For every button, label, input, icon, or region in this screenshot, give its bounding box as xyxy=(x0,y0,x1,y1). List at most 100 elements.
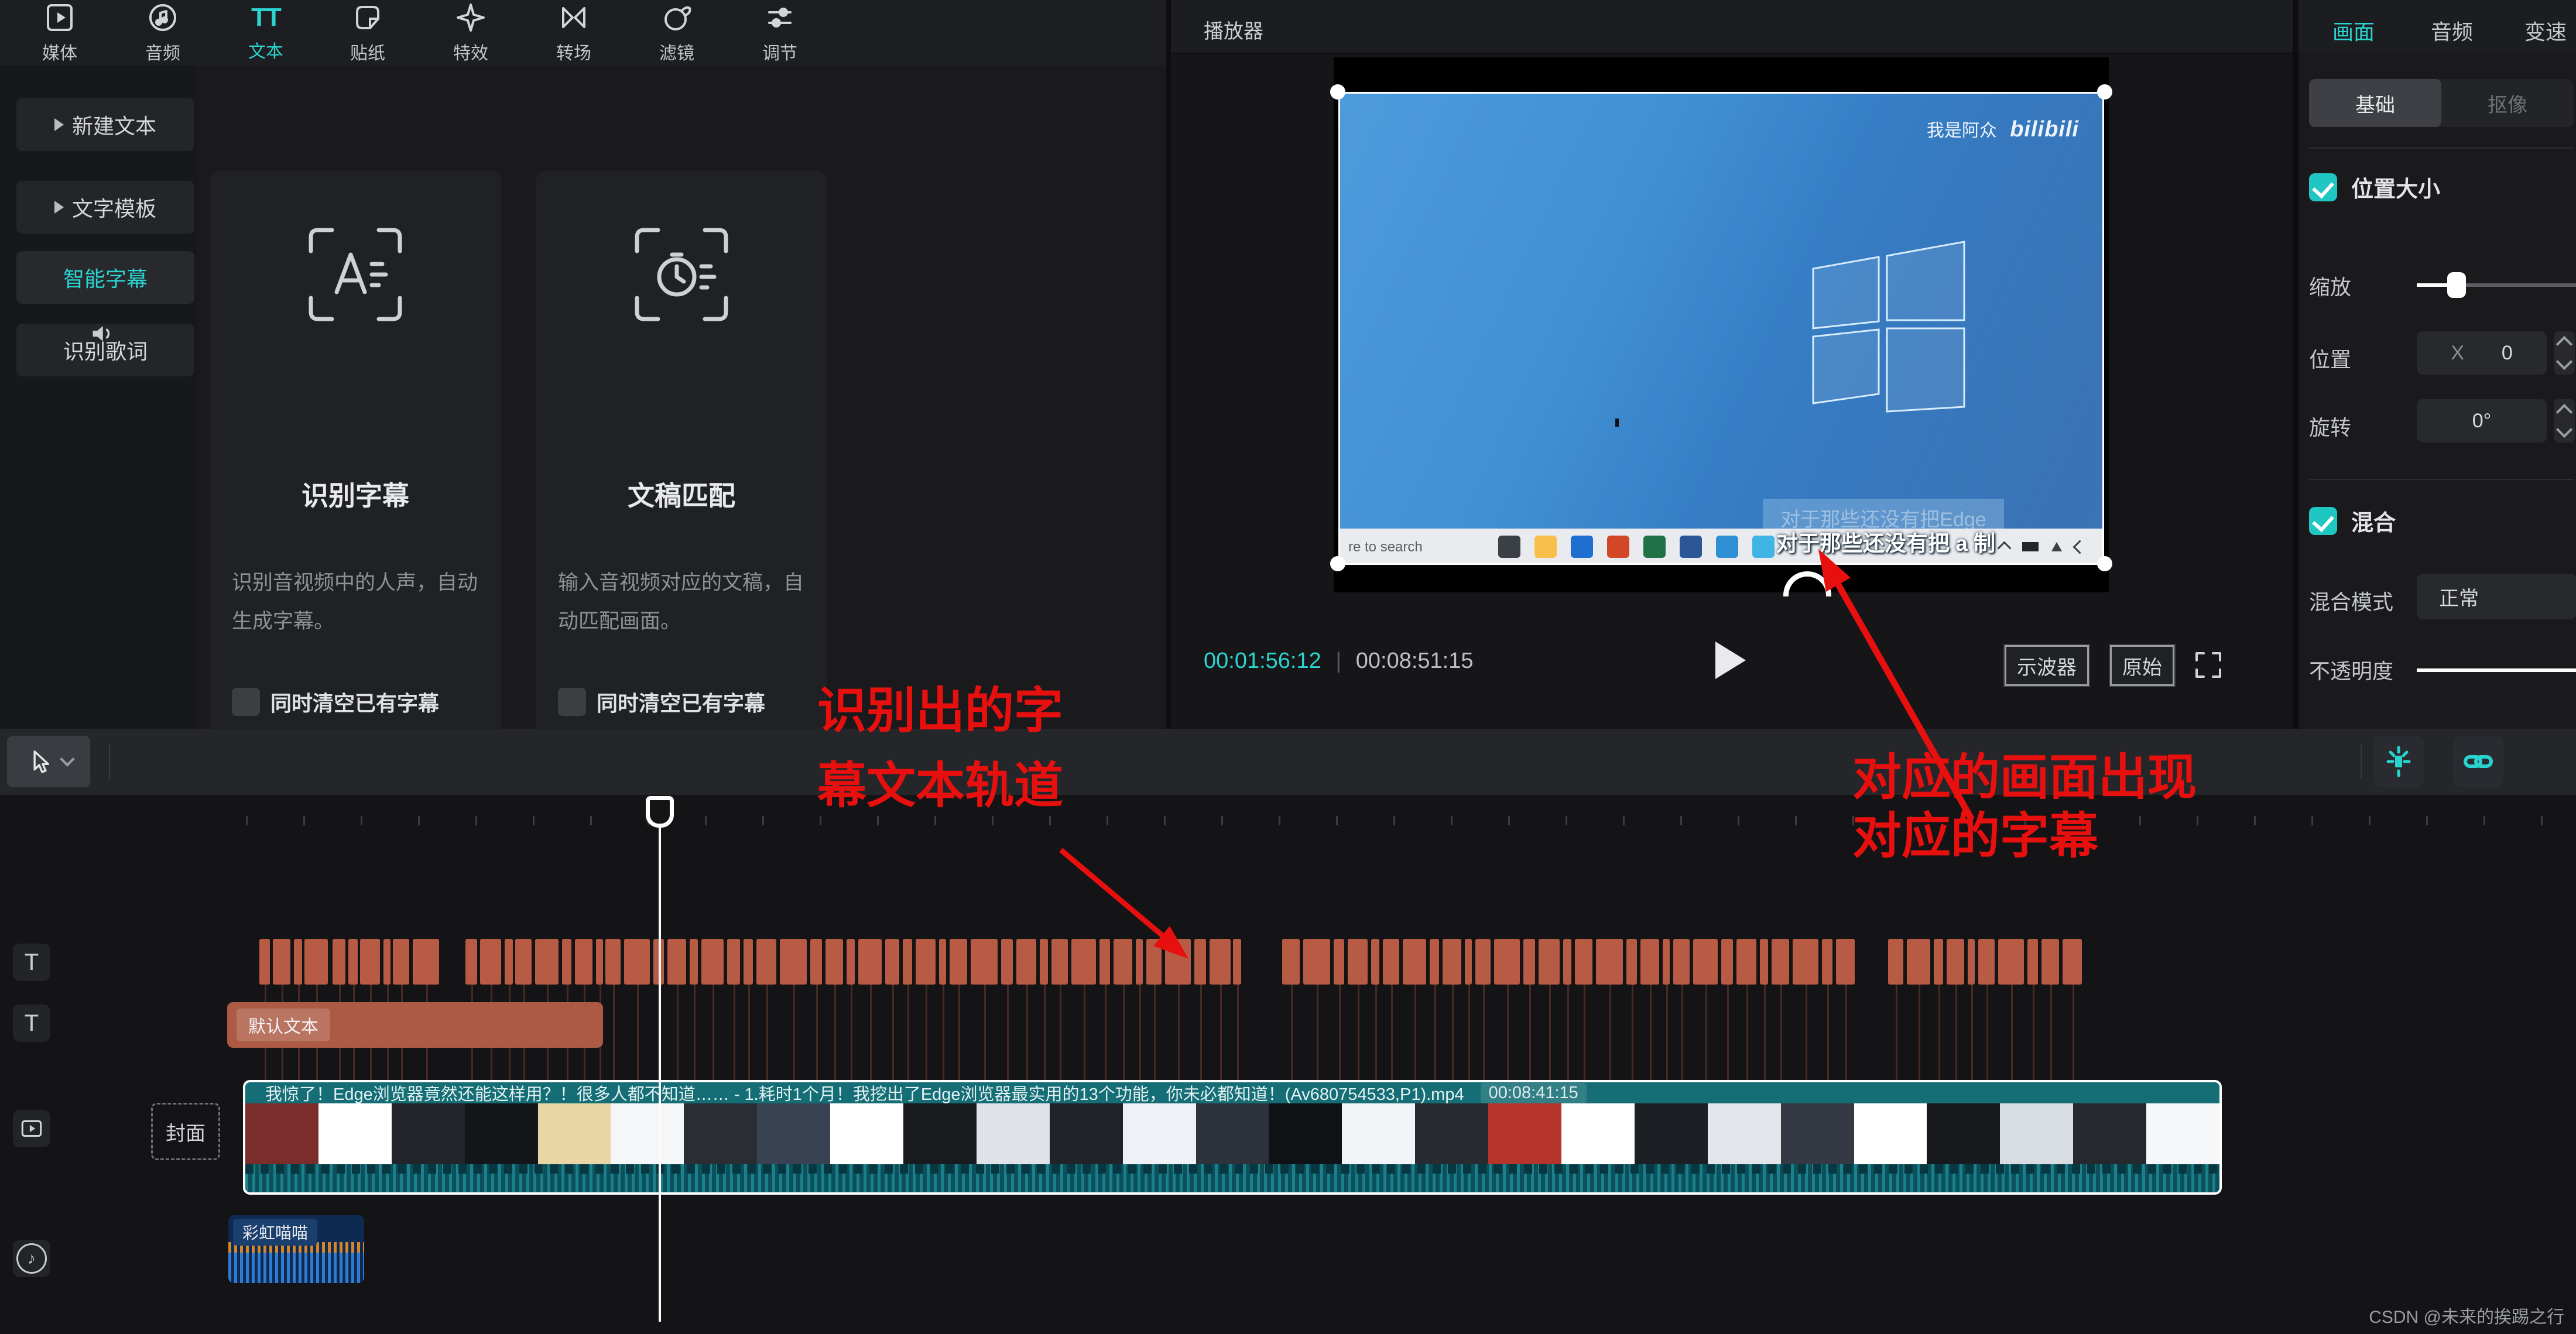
subtitle-segment[interactable] xyxy=(596,939,603,985)
subtitle-segment[interactable] xyxy=(333,939,345,985)
subtitle-segment[interactable] xyxy=(1523,939,1535,985)
subtitle-segment[interactable] xyxy=(756,939,776,985)
subtitle-segment[interactable] xyxy=(505,939,513,985)
subtitle-segment[interactable] xyxy=(273,939,290,985)
subtitle-segment[interactable] xyxy=(1663,939,1670,985)
subtitle-segment[interactable] xyxy=(727,939,740,985)
mute-track-icon[interactable] xyxy=(83,315,121,352)
subtitle-segment[interactable] xyxy=(1494,939,1520,985)
subtitle-segment[interactable] xyxy=(950,939,967,985)
subtitle-segment[interactable] xyxy=(1968,939,1975,985)
subtitle-segment[interactable] xyxy=(304,939,328,985)
subtitle-segment[interactable] xyxy=(383,939,390,985)
subtitle-segment[interactable] xyxy=(1978,939,1995,985)
text-track-icon[interactable]: T xyxy=(13,944,50,981)
subtitle-segment[interactable] xyxy=(562,939,571,985)
subtitle-segment[interactable] xyxy=(624,939,650,985)
subtitle-segment[interactable] xyxy=(575,939,592,985)
subtitle-segment[interactable] xyxy=(1475,939,1491,985)
subtitle-segment[interactable] xyxy=(605,939,621,985)
subtitle-segment[interactable] xyxy=(393,939,409,985)
subtitle-segment[interactable] xyxy=(480,939,501,985)
subtitle-segment[interactable] xyxy=(259,939,270,985)
subtitle-segment[interactable] xyxy=(1575,939,1592,985)
subtitle-segment[interactable] xyxy=(1348,939,1368,985)
subtitle-segment[interactable] xyxy=(1626,939,1637,985)
subtitle-segment[interactable] xyxy=(1334,939,1344,985)
subtitle-segment[interactable] xyxy=(1998,939,2024,985)
subtitle-segment[interactable] xyxy=(1403,939,1426,985)
subtitle-segment[interactable] xyxy=(744,939,753,985)
subtitle-segment[interactable] xyxy=(2041,939,2059,985)
subtitle-segment[interactable] xyxy=(1430,939,1439,985)
subtitle-segment[interactable] xyxy=(1233,939,1241,985)
subtitle-segment[interactable] xyxy=(847,939,855,985)
audio-clip[interactable]: 彩虹喵喵 xyxy=(228,1215,364,1283)
subtitle-segment[interactable] xyxy=(1596,939,1623,985)
subtitle-segment[interactable] xyxy=(1001,939,1013,985)
subtitle-segment[interactable] xyxy=(1673,939,1690,985)
subtitle-segment[interactable] xyxy=(413,939,439,985)
subtitle-segment[interactable] xyxy=(701,939,724,985)
subtitle-segment[interactable] xyxy=(1071,939,1096,985)
subtitle-segment[interactable] xyxy=(1736,939,1756,985)
subtitle-segment[interactable] xyxy=(1210,939,1231,985)
subtitle-segment[interactable] xyxy=(1165,939,1191,985)
subtitle-segment[interactable] xyxy=(780,939,807,985)
subtitle-segment[interactable] xyxy=(1772,939,1789,985)
subtitle-segment[interactable] xyxy=(1822,939,1832,985)
subtitle-segment[interactable] xyxy=(916,939,936,985)
subtitle-segment[interactable] xyxy=(1303,939,1330,985)
subtitle-segment[interactable] xyxy=(825,939,843,985)
subtitle-segment[interactable] xyxy=(1934,939,1943,985)
playhead-line[interactable] xyxy=(659,796,661,1322)
subtitle-segment[interactable] xyxy=(1383,939,1399,985)
subtitle-segment[interactable] xyxy=(1114,939,1132,985)
subtitle-segment[interactable] xyxy=(1539,939,1560,985)
text-track-icon[interactable]: T xyxy=(13,1004,50,1042)
subtitle-segment[interactable] xyxy=(939,939,946,985)
subtitle-segment[interactable] xyxy=(1563,939,1571,985)
subtitle-segment[interactable] xyxy=(1907,939,1930,985)
subtitle-segment[interactable] xyxy=(903,939,912,985)
subtitle-segment[interactable] xyxy=(810,939,822,985)
subtitle-segment[interactable] xyxy=(515,939,532,985)
subtitle-segment[interactable] xyxy=(348,939,358,985)
subtitle-segment[interactable] xyxy=(1693,939,1718,985)
subtitle-segment[interactable] xyxy=(1040,939,1048,985)
subtitle-segment[interactable] xyxy=(360,939,380,985)
playhead-handle[interactable] xyxy=(646,796,674,828)
subtitle-segment[interactable] xyxy=(885,939,899,985)
subtitle-segment[interactable] xyxy=(1947,939,1964,985)
subtitle-segment[interactable] xyxy=(858,939,882,985)
subtitle-segment[interactable] xyxy=(1146,939,1162,985)
subtitle-segment[interactable] xyxy=(1371,939,1379,985)
subtitle-segment[interactable] xyxy=(535,939,559,985)
subtitle-segment[interactable] xyxy=(971,939,998,985)
video-clip[interactable]: 我惊了！Edge浏览器竟然还能这样用？！很多人都不知道…… - 1.耗时1个月！… xyxy=(243,1080,2222,1195)
subtitle-segment[interactable] xyxy=(1793,939,1818,985)
subtitle-segment[interactable] xyxy=(690,939,698,985)
subtitle-segment[interactable] xyxy=(294,939,302,985)
audio-track-icon[interactable]: ♪ xyxy=(13,1240,50,1277)
text-clip[interactable]: 默认文本 xyxy=(227,1002,603,1048)
video-track-icon[interactable] xyxy=(13,1110,50,1147)
subtitle-segment[interactable] xyxy=(1282,939,1300,985)
subtitle-segment[interactable] xyxy=(1443,939,1461,985)
cover-button[interactable]: 封面 xyxy=(151,1103,220,1160)
subtitle-segment[interactable] xyxy=(1194,939,1206,985)
subtitle-segment[interactable] xyxy=(2063,939,2082,985)
subtitle-segment[interactable] xyxy=(1016,939,1036,985)
subtitle-segment[interactable] xyxy=(1099,939,1110,985)
subtitle-segment[interactable] xyxy=(1836,939,1855,985)
subtitle-segment[interactable] xyxy=(667,939,686,985)
subtitle-segment[interactable] xyxy=(1051,939,1068,985)
subtitle-segment[interactable] xyxy=(1136,939,1143,985)
subtitle-segment[interactable] xyxy=(2027,939,2038,985)
subtitle-segment[interactable] xyxy=(465,939,477,985)
subtitle-segment[interactable] xyxy=(1640,939,1659,985)
subtitle-segment[interactable] xyxy=(1721,939,1733,985)
subtitle-segment[interactable] xyxy=(1465,939,1472,985)
subtitle-segment[interactable] xyxy=(1888,939,1903,985)
subtitle-segment[interactable] xyxy=(1760,939,1768,985)
